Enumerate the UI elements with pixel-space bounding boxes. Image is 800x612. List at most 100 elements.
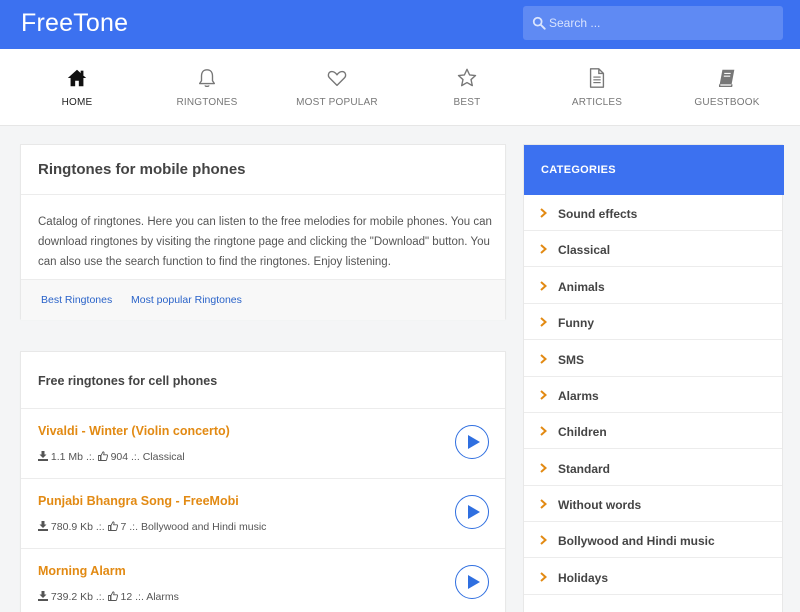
search-icon [532, 16, 546, 30]
thumbs-up-icon [107, 521, 118, 531]
most-popular-link[interactable]: Most popular Ringtones [131, 294, 242, 306]
play-button[interactable] [455, 425, 489, 459]
nav-articles[interactable]: ARTICLES [532, 49, 662, 126]
chevron-right-icon [540, 572, 547, 582]
nav-most-popular[interactable]: MOST POPULAR [272, 49, 402, 126]
category-label: Bollywood and Hindi music [558, 534, 715, 548]
category-item[interactable]: Without words [524, 486, 782, 522]
meta-separator: .:. [95, 521, 105, 533]
divider [21, 194, 505, 195]
bell-icon [198, 69, 216, 88]
category-label: SMS [558, 353, 585, 367]
ringtone-row: Morning Alarm 739.2 Kb .:. 12 .:. Alarms [21, 548, 505, 612]
chevron-right-icon [540, 354, 547, 364]
search-input[interactable] [549, 6, 777, 40]
book-icon [718, 69, 735, 87]
categories-panel: CATEGORIES Sound effects Classical Anima… [523, 144, 784, 612]
meta-separator: .:. [95, 591, 105, 603]
category-label: Funny [558, 316, 594, 330]
category-item[interactable]: Sound effects [524, 195, 782, 231]
categories-title: CATEGORIES [541, 164, 616, 176]
nav-home[interactable]: HOME [12, 49, 142, 126]
play-icon [468, 575, 480, 589]
nav-label: BEST [453, 97, 481, 108]
ringtone-category: Bollywood and Hindi music [140, 521, 267, 533]
heart-icon [327, 70, 347, 87]
category-item[interactable]: Classical [524, 231, 782, 267]
ringtone-title[interactable]: Punjabi Bhangra Song - FreeMobi [38, 494, 239, 508]
play-button[interactable] [455, 565, 489, 599]
download-icon [38, 521, 48, 531]
best-ringtones-link[interactable]: Best Ringtones [41, 294, 112, 306]
meta-separator: .:. [129, 521, 139, 533]
file-size: 780.9 Kb [50, 521, 93, 533]
nav-guestbook[interactable]: GUESTBOOK [662, 49, 792, 126]
like-count: 7 [120, 521, 127, 533]
category-item[interactable]: Children [524, 413, 782, 449]
chevron-right-icon [540, 208, 547, 218]
category-label: Sound effects [558, 207, 638, 221]
nav-label: ARTICLES [571, 97, 623, 108]
nav-label: RINGTONES [176, 97, 238, 108]
ringtone-meta: 780.9 Kb .:. 7 .:. Bollywood and Hindi m… [38, 521, 266, 533]
chevron-right-icon [540, 281, 547, 291]
nav-label: MOST POPULAR [296, 97, 378, 108]
category-label: Alarms [558, 389, 599, 403]
nav-ringtones[interactable]: RINGTONES [142, 49, 272, 126]
intro-title: Ringtones for mobile phones [38, 161, 246, 178]
category-item[interactable]: Alarms [524, 377, 782, 413]
categories-header: CATEGORIES [524, 145, 784, 195]
ringtone-title[interactable]: Morning Alarm [38, 564, 126, 578]
thumbs-up-icon [97, 451, 108, 461]
chevron-right-icon [540, 499, 547, 509]
category-label: Animals [558, 280, 605, 294]
chevron-right-icon [540, 317, 547, 327]
nav-label: HOME [61, 97, 93, 108]
category-item[interactable]: Holidays [524, 559, 782, 595]
download-icon [38, 591, 48, 601]
like-count: 12 [120, 591, 133, 603]
category-label: Without words [558, 498, 642, 512]
ringtone-category: Classical [142, 451, 185, 463]
intro-panel: Ringtones for mobile phones Catalog of r… [20, 144, 506, 320]
category-item[interactable]: Bollywood and Hindi music [524, 522, 782, 558]
category-label: Holidays [558, 571, 609, 585]
ringtone-category: Alarms [146, 591, 179, 603]
chevron-right-icon [540, 390, 547, 400]
star-icon [457, 68, 477, 87]
search-box[interactable] [523, 6, 783, 40]
file-size: 1.1 Mb [50, 451, 84, 463]
home-icon [67, 69, 87, 87]
category-item[interactable]: Animals [524, 268, 782, 304]
ringtone-row: Punjabi Bhangra Song - FreeMobi 780.9 Kb… [21, 478, 505, 548]
meta-separator: .:. [85, 451, 95, 463]
chevron-right-icon [540, 244, 547, 254]
ringtone-meta: 1.1 Mb .:. 904 .:. Classical [38, 451, 185, 463]
like-count: 904 [110, 451, 129, 463]
nav-best[interactable]: BEST [402, 49, 532, 126]
meta-separator: .:. [131, 451, 140, 463]
ringtone-row: Vivaldi - Winter (Violin concerto) 1.1 M… [21, 408, 505, 478]
category-item[interactable]: Standard [524, 450, 782, 486]
site-logo[interactable]: FreeTone [21, 9, 128, 38]
ringtone-title[interactable]: Vivaldi - Winter (Violin concerto) [38, 424, 230, 438]
intro-links: Best Ringtones Most popular Ringtones [21, 279, 505, 320]
meta-separator: .:. [135, 591, 144, 603]
play-icon [468, 505, 480, 519]
category-label: Children [558, 425, 607, 439]
download-icon [38, 451, 48, 461]
main-nav: HOME RINGTONES MOST POPULAR BEST ARTICLE… [0, 49, 800, 126]
intro-description: Catalog of ringtones. Here you can liste… [38, 216, 492, 268]
document-icon [589, 68, 605, 88]
category-item[interactable]: SMS [524, 341, 782, 377]
ringtones-title: Free ringtones for cell phones [38, 374, 218, 388]
category-label: Standard [558, 462, 611, 476]
nav-label: GUESTBOOK [694, 97, 760, 108]
chevron-right-icon [540, 535, 547, 545]
play-button[interactable] [455, 495, 489, 529]
chevron-right-icon [540, 426, 547, 436]
ringtone-meta: 739.2 Kb .:. 12 .:. Alarms [38, 591, 179, 603]
category-item[interactable]: Funny [524, 304, 782, 340]
ringtones-panel: Free ringtones for cell phones Vivaldi -… [20, 351, 506, 612]
file-size: 739.2 Kb [50, 591, 93, 603]
